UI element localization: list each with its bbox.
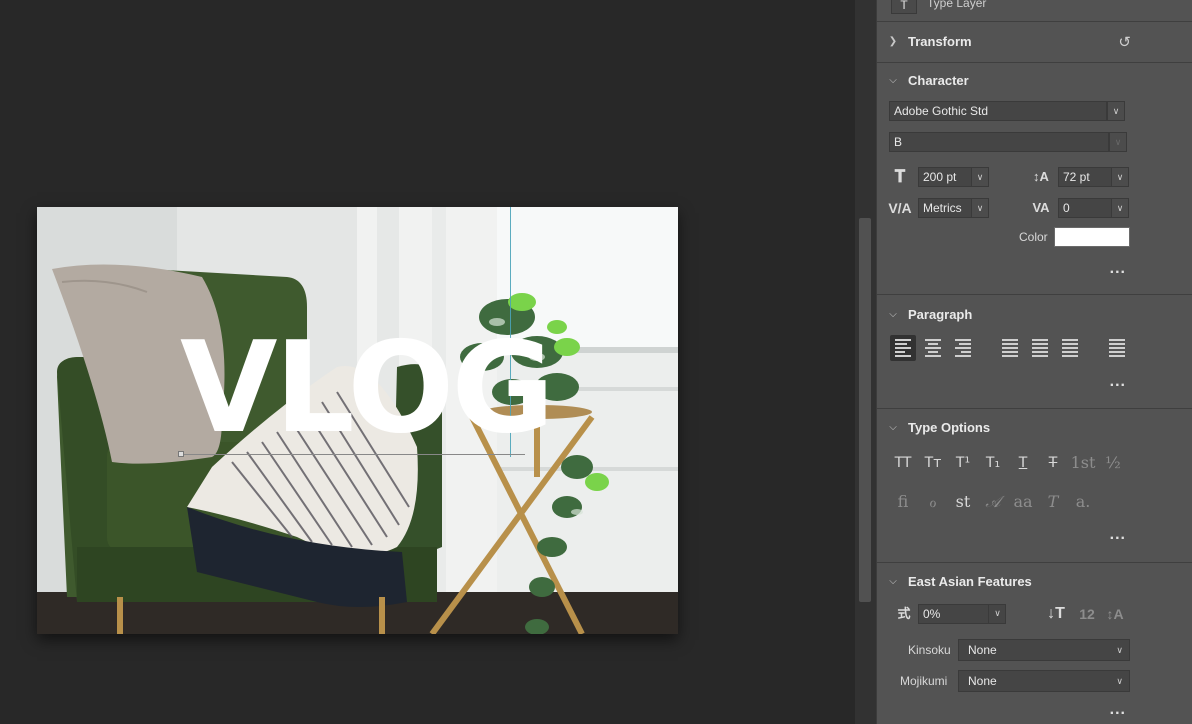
mojikumi-select[interactable]: None ∨ — [958, 670, 1130, 692]
tate-chu-yoko-icon[interactable]: 12 — [1075, 604, 1099, 624]
chevron-down-icon[interactable]: ⌵ — [887, 75, 899, 86]
chevron-right-icon[interactable]: ❯ — [887, 36, 899, 47]
text-anchor-handle[interactable] — [178, 451, 184, 457]
chevron-down-icon[interactable]: ∨ — [1111, 198, 1129, 218]
justify-all-button[interactable] — [1104, 335, 1130, 361]
mojikumi-value: None — [968, 674, 997, 688]
more-options-icon[interactable]: ... — [1110, 260, 1126, 278]
text-baseline-bounding-box — [181, 454, 525, 455]
font-style-select[interactable]: B — [889, 132, 1109, 152]
chevron-down-icon[interactable]: ∨ — [988, 604, 1006, 624]
swash-icon[interactable]: 𝒜 — [979, 490, 1007, 514]
contextual-alternates-icon[interactable]: a. — [1069, 490, 1097, 514]
transform-section: ❯ Transform ↺ — [877, 21, 1192, 63]
section-title: Paragraph — [908, 306, 973, 322]
more-options-icon[interactable]: ... — [1110, 701, 1126, 719]
ordinals-icon[interactable]: 1st — [1069, 451, 1097, 475]
chevron-down-icon[interactable]: ⌵ — [887, 422, 899, 433]
tracking-icon: VA — [1032, 200, 1050, 215]
section-title: Transform — [908, 33, 972, 49]
more-options-icon[interactable]: ... — [1110, 373, 1126, 391]
justify-last-center-button[interactable] — [1027, 335, 1053, 361]
layer-kind-label: Type Layer — [927, 0, 987, 10]
chevron-down-icon[interactable]: ⌵ — [887, 309, 899, 320]
ligatures-icon[interactable]: fi — [889, 490, 917, 514]
text-color-swatch[interactable] — [1054, 227, 1130, 247]
kinsoku-value: None — [968, 643, 997, 657]
section-title: East Asian Features — [908, 573, 1032, 589]
vertical-type-icon[interactable]: ↓T — [1044, 604, 1068, 624]
reset-icon[interactable]: ↺ — [1118, 33, 1131, 51]
justify-last-left-button[interactable] — [997, 335, 1023, 361]
chevron-down-icon[interactable]: ∨ — [1111, 167, 1129, 187]
superscript-icon[interactable]: T¹ — [949, 451, 977, 475]
leading-icon: ↕A — [1033, 169, 1049, 184]
chevron-down-icon: ∨ — [1116, 676, 1123, 686]
east-asian-header[interactable]: ⌵ East Asian Features — [877, 571, 1192, 591]
type-options-header[interactable]: ⌵ Type Options — [877, 417, 1192, 437]
chevron-down-icon[interactable]: ∨ — [1109, 132, 1127, 152]
kinsoku-label: Kinsoku — [908, 643, 951, 657]
align-center-button[interactable] — [920, 335, 946, 361]
font-size-icon: 𝐓 — [894, 167, 906, 186]
discretionary-ligatures-icon[interactable]: st — [949, 490, 977, 514]
chevron-down-icon[interactable]: ∨ — [971, 167, 989, 187]
strikethrough-icon[interactable]: T — [1039, 451, 1067, 475]
properties-panel: T Type Layer ❯ Transform ↺ ⌵ Character A… — [876, 0, 1192, 724]
chevron-down-icon: ∨ — [1116, 645, 1123, 655]
kerning-icon: V/A — [888, 200, 912, 216]
old-style-icon[interactable]: ℴ — [919, 490, 947, 514]
type-layer-icon: T — [891, 0, 917, 14]
section-title: Character — [908, 72, 969, 88]
paragraph-header[interactable]: ⌵ Paragraph — [877, 304, 1192, 324]
section-title: Type Options — [908, 419, 991, 435]
transform-header[interactable]: ❯ Transform ↺ — [877, 31, 1192, 52]
fractions-icon[interactable]: ½ — [1099, 451, 1127, 475]
align-right-button[interactable] — [950, 335, 976, 361]
titling-alternates-icon[interactable]: T — [1039, 490, 1067, 514]
character-header[interactable]: ⌵ Character — [877, 70, 1192, 90]
document-canvas-area[interactable]: VLOG — [0, 0, 855, 724]
canvas-scrollbar[interactable] — [855, 0, 876, 724]
small-caps-icon[interactable]: Tт — [919, 451, 947, 475]
chevron-down-icon[interactable]: ∨ — [971, 198, 989, 218]
underline-icon[interactable]: T — [1009, 451, 1037, 475]
justify-last-right-button[interactable] — [1057, 335, 1083, 361]
scroll-thumb[interactable] — [859, 218, 871, 602]
color-label: Color — [1019, 230, 1048, 244]
stylistic-alternates-icon[interactable]: aa — [1009, 490, 1037, 514]
align-left-button[interactable] — [890, 335, 916, 361]
document-image[interactable]: VLOG — [37, 207, 678, 634]
type-layer-text[interactable]: VLOG — [180, 325, 555, 451]
font-family-select[interactable]: Adobe Gothic Std — [889, 101, 1107, 121]
ruby-icon[interactable]: ↕A — [1103, 604, 1127, 624]
kinsoku-select[interactable]: None ∨ — [958, 639, 1130, 661]
tsume-icon: 式 — [897, 606, 911, 621]
chevron-down-icon[interactable]: ⌵ — [887, 576, 899, 587]
subscript-icon[interactable]: T₁ — [979, 451, 1007, 475]
chevron-down-icon[interactable]: ∨ — [1107, 101, 1125, 121]
type-options-section: ⌵ Type Options — [877, 408, 1192, 562]
all-caps-icon[interactable]: TT — [889, 451, 917, 475]
mojikumi-label: Mojikumi — [900, 674, 948, 688]
more-options-icon[interactable]: ... — [1110, 526, 1126, 544]
